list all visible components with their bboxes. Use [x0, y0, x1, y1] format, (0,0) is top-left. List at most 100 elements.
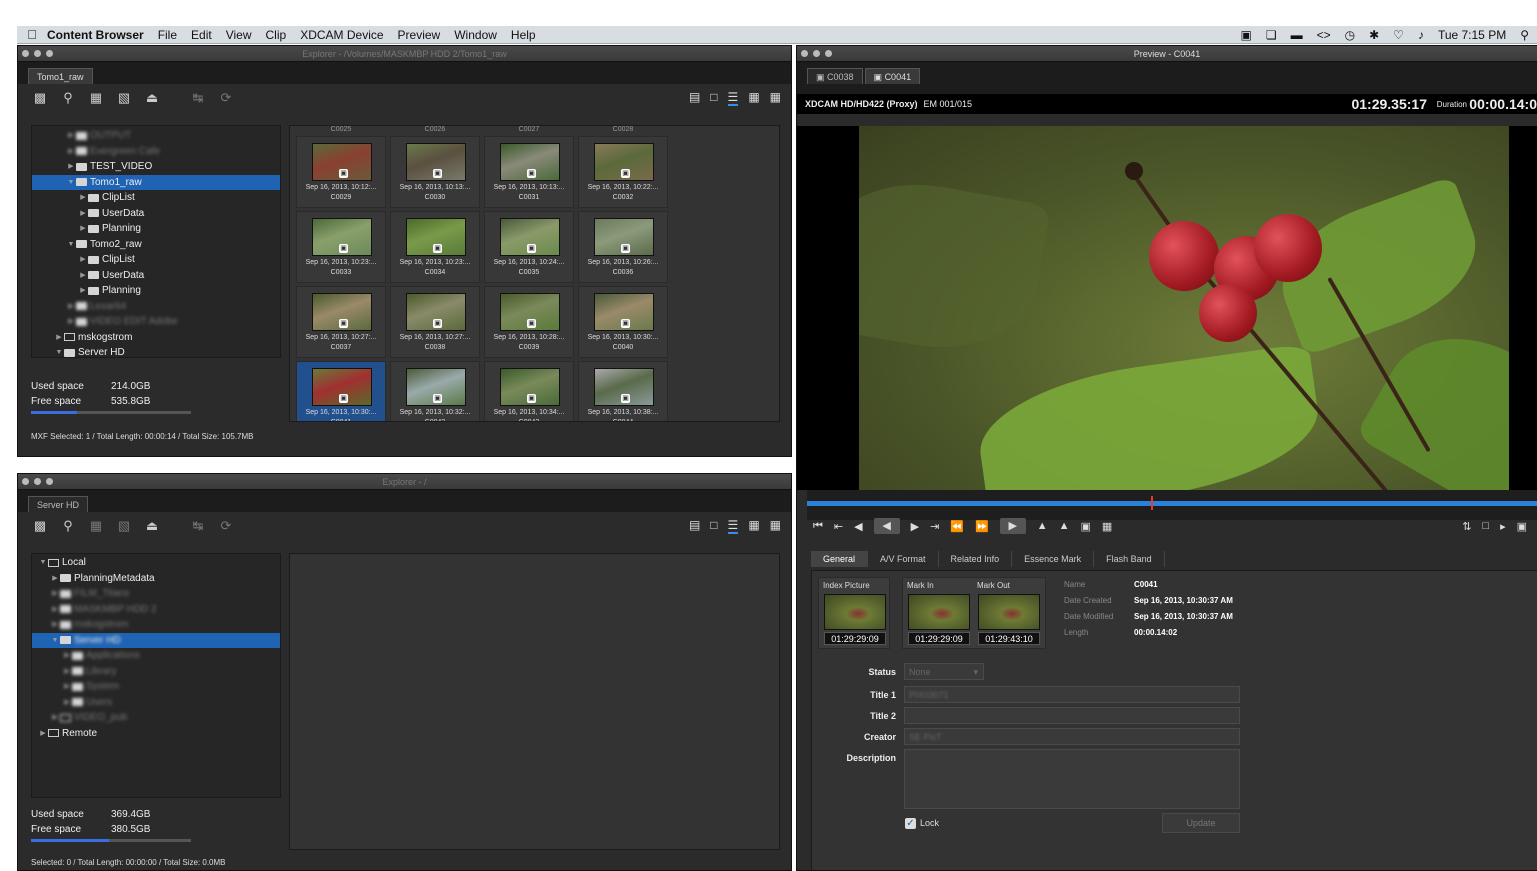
close-button[interactable]	[22, 50, 29, 57]
clip-thumbnail[interactable]: ▣ Sep 16, 2013, 10:13:... C0031	[484, 136, 574, 208]
tree-item-local[interactable]: ▼ Local	[32, 555, 280, 571]
clip-thumbnail[interactable]: ▣ Sep 16, 2013, 10:22:... C0032	[578, 136, 668, 208]
minimize-button[interactable]	[34, 50, 41, 57]
time-machine-icon[interactable]: ◷	[1345, 28, 1355, 42]
description-field[interactable]	[904, 749, 1240, 809]
timeline-track[interactable]	[807, 501, 1537, 506]
zoom-button[interactable]	[825, 50, 832, 57]
tree-item-server-hd[interactable]: ▼ Server HD	[32, 345, 280, 357]
tree-item[interactable]: ▶ OUTPUT	[32, 128, 280, 144]
tree-item[interactable]: ▶ VIDEO_pub	[32, 710, 280, 726]
import-icon[interactable]: ↹	[190, 518, 206, 534]
search-icon[interactable]: ⚲	[60, 90, 76, 106]
tree-item-test-video[interactable]: ▶ TEST_VIDEO	[32, 159, 280, 175]
menu-xdcam-device[interactable]: XDCAM Device	[300, 28, 383, 42]
explorer-top-titlebar[interactable]: Explorer - /Volumes/MASKMBP HDD 2/Tomo1_…	[18, 46, 791, 62]
tree-item-planning[interactable]: ▶ Planning	[32, 283, 280, 299]
bluetooth-icon[interactable]: ✱	[1369, 28, 1379, 42]
tree-item-userdata[interactable]: ▶ UserData	[32, 206, 280, 222]
reverse-play-icon[interactable]: ◀	[873, 518, 900, 534]
menu-help[interactable]: Help	[511, 28, 536, 42]
menu-edit[interactable]: Edit	[191, 28, 212, 42]
go-to-start-icon[interactable]: ⏮	[813, 520, 823, 533]
minimize-button[interactable]	[34, 478, 41, 485]
thumbnail-view-icon[interactable]: ▤	[689, 90, 700, 106]
zoom-button[interactable]	[46, 50, 53, 57]
screen-mirror-icon[interactable]: ❏	[1266, 28, 1277, 42]
index-picture-thumb[interactable]	[824, 594, 886, 630]
menu-clip[interactable]: Clip	[266, 28, 287, 42]
clip-thumbnail[interactable]: ▣ Sep 16, 2013, 10:30:... C0041	[296, 361, 386, 421]
eject-icon[interactable]: ⏏	[144, 90, 160, 106]
clock[interactable]: Tue 7:15 PM	[1438, 28, 1506, 42]
tree-item[interactable]: ▶ mskogstrom	[32, 617, 280, 633]
tree-item-cliplist[interactable]: ▶ ClipList	[32, 190, 280, 206]
tree-item[interactable]: ▶ VIDEO EDIT Adobe	[32, 314, 280, 330]
set-index-icon[interactable]: ▣	[1080, 520, 1090, 533]
tree-item[interactable]: ▶ Lexar64	[32, 299, 280, 315]
info-icon[interactable]: □	[1482, 520, 1489, 532]
window-icon[interactable]: ▣	[1517, 520, 1527, 533]
refresh-icon[interactable]: ⟳	[218, 90, 234, 106]
tree-item-cliplist[interactable]: ▶ ClipList	[32, 252, 280, 268]
tree-view-icon[interactable]: ☰	[727, 518, 739, 534]
video-viewer[interactable]	[797, 126, 1537, 490]
menu-window[interactable]: Window	[454, 28, 497, 42]
volume-icon[interactable]: ♪	[1418, 28, 1424, 42]
clip-thumbnail[interactable]: ▣ Sep 16, 2013, 10:28:... C0039	[484, 286, 574, 358]
lock-checkbox[interactable]: ✓	[905, 818, 916, 829]
clip-thumbnail[interactable]: ▣ Sep 16, 2013, 10:26:... C0036	[578, 211, 668, 283]
refresh-icon[interactable]: ⟳	[218, 518, 234, 534]
clip-thumbnail[interactable]: ▣ Sep 16, 2013, 10:38:... C0044	[578, 361, 668, 421]
tree-item[interactable]: ▶ Library	[32, 664, 280, 680]
mark-in-icon[interactable]: ▲	[1037, 520, 1048, 532]
tab-general[interactable]: General	[811, 551, 869, 567]
title2-field[interactable]	[904, 707, 1240, 724]
clip-thumbnail[interactable]: ▣ Sep 16, 2013, 10:32:... C0042	[390, 361, 480, 421]
mark-out-icon[interactable]: ▲	[1059, 520, 1070, 532]
new-folder-icon[interactable]: ▩	[32, 518, 48, 534]
fast-forward-icon[interactable]: ⏩	[975, 520, 989, 533]
tab-c0038[interactable]: ▣ C0038	[807, 68, 863, 84]
mark-in-thumb[interactable]	[908, 594, 970, 630]
send-icon[interactable]: ▸	[1500, 520, 1506, 533]
menu-preview[interactable]: Preview	[398, 28, 441, 42]
tree-item[interactable]: ▶ FILM_Titans	[32, 586, 280, 602]
tree-item-planning-metadata[interactable]: ▶ PlanningMetadata	[32, 571, 280, 587]
tree-item-server-hd[interactable]: ▼ Server HD	[32, 632, 280, 648]
tab-server-hd[interactable]: Server HD	[28, 496, 89, 512]
tab-related-info[interactable]: Related Info	[939, 551, 1013, 567]
clip-thumbnail[interactable]: ▣ Sep 16, 2013, 10:23:... C0033	[296, 211, 386, 283]
clip-thumbnail[interactable]: ▣ Sep 16, 2013, 10:34:... C0043	[484, 361, 574, 421]
tree-item-remote[interactable]: ▶ Remote	[32, 726, 280, 742]
device-view-icon[interactable]: ▦	[748, 90, 759, 106]
tab-c0041[interactable]: ▣ C0041	[864, 68, 921, 84]
update-button[interactable]: Update	[1162, 813, 1240, 833]
clip-thumbnail[interactable]: ▣ Sep 16, 2013, 10:12:... C0029	[296, 136, 386, 208]
creator-field[interactable]: SE PixT	[904, 728, 1240, 745]
previous-mark-icon[interactable]: ⇤	[834, 520, 843, 533]
tree-item[interactable]: ▶ Evergreen Cafe	[32, 144, 280, 160]
menu-file[interactable]: File	[158, 28, 177, 42]
thumbnail-view-icon[interactable]: ▤	[689, 518, 700, 534]
tag-icon[interactable]: ▦	[88, 90, 104, 106]
tree-item-planning[interactable]: ▶ Planning	[32, 221, 280, 237]
new-window-icon[interactable]: □	[710, 90, 717, 106]
apple-icon[interactable]: 	[17, 27, 47, 42]
tree-item-mskogstrom[interactable]: ▶ mskogstrom	[32, 330, 280, 346]
grid-view-icon[interactable]: ▦	[770, 518, 781, 534]
tree-item[interactable]: ▶ System	[32, 679, 280, 695]
menu-app-name[interactable]: Content Browser	[47, 28, 144, 42]
explorer-bottom-titlebar[interactable]: Explorer - /	[18, 474, 791, 490]
tree-item[interactable]: ▶ Applications	[32, 648, 280, 664]
tag-icon[interactable]: ▦	[88, 518, 104, 534]
tree-item-tomo2-raw[interactable]: ▼ Tomo2_raw	[32, 237, 280, 253]
mark-out-thumb[interactable]	[978, 594, 1040, 630]
title1-field[interactable]: PIX03071	[904, 686, 1240, 703]
eject-icon[interactable]: ⏏	[144, 518, 160, 534]
minimize-button[interactable]	[813, 50, 820, 57]
wifi-icon[interactable]: ♡	[1393, 28, 1404, 42]
clip-thumbnail[interactable]: ▣ Sep 16, 2013, 10:24:... C0035	[484, 211, 574, 283]
import-icon[interactable]: ↹	[190, 90, 206, 106]
device-view-icon[interactable]: ▦	[748, 518, 759, 534]
